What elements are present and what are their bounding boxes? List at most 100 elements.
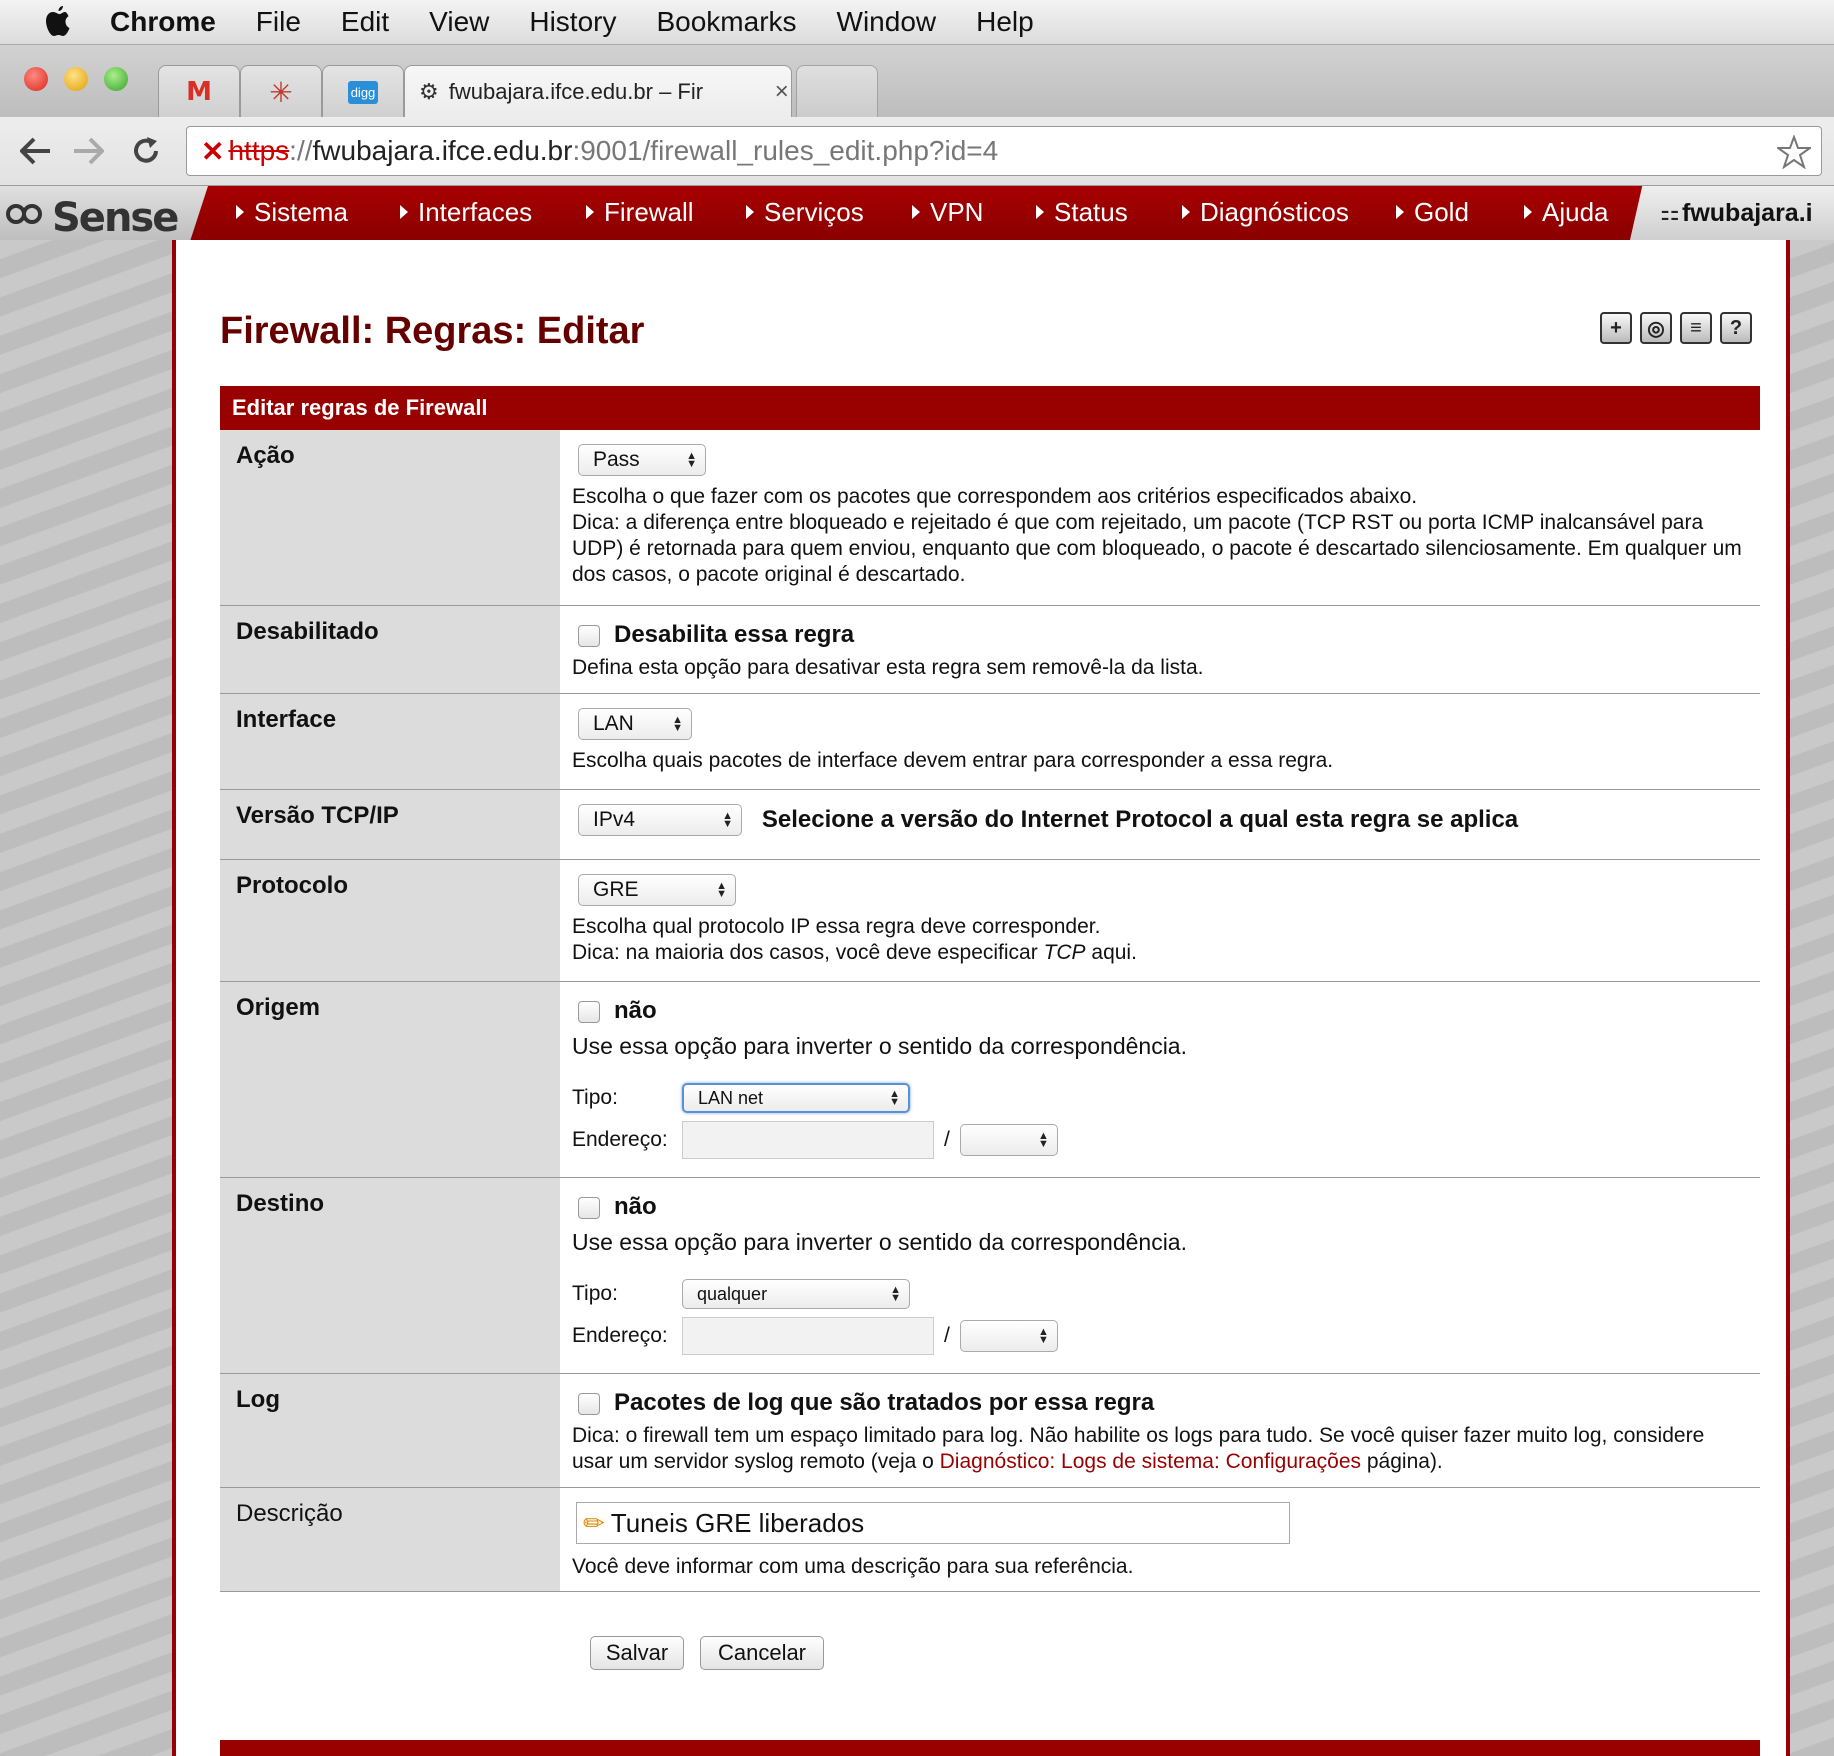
log-checkbox-label: Pacotes de log que são tratados por essa… [614,1389,1155,1416]
destino-endereco-label: Endereço: [572,1324,668,1347]
tab-digg[interactable]: digg [322,65,404,118]
nav-sistema[interactable]: Sistema [236,190,348,234]
menu-view[interactable]: View [429,6,489,38]
hostname-box: ⚏ fwubajara.i [1630,186,1834,240]
page-action-icons: + ◎ ≡ ? [1600,312,1752,344]
protocolo-select[interactable]: GRE ▲ ▼ [578,874,736,906]
nav-firewall[interactable]: Firewall [586,190,694,234]
log-checkbox[interactable] [578,1393,600,1416]
cancel-button[interactable]: Cancelar [700,1636,824,1670]
page-right-background [1790,240,1834,1756]
reload-button[interactable] [126,131,166,171]
gmail-icon: M [186,77,212,107]
bookmark-star-button[interactable] [1774,134,1814,174]
forward-button[interactable] [68,131,108,171]
row-log: Log Pacotes de log que são tratados por … [220,1374,1760,1488]
menu-app-chrome[interactable]: Chrome [110,6,216,38]
label-protocolo: Protocolo [220,860,560,981]
destino-tipo-select[interactable]: qualquer ▲ ▼ [682,1279,910,1309]
star-icon [1774,134,1814,170]
nav-interfaces[interactable]: Interfaces [400,190,532,234]
select-arrows-icon: ▲ ▼ [722,810,733,830]
disable-rule-label: Desabilita essa regra [614,621,855,648]
versao-select[interactable]: IPv4 ▲ ▼ [578,804,742,836]
nav-status[interactable]: Status [1036,190,1128,234]
label-origem: Origem [220,982,560,1177]
help-icon[interactable]: ? [1720,312,1752,344]
tab-bookmark[interactable]: ✳ [240,65,322,118]
page-left-background [0,240,172,1756]
label-acao: Ação [220,430,560,605]
insecure-certificate-icon: ✕ [201,135,225,167]
select-arrows-icon: ▲ ▼ [716,880,727,900]
destino-mask-select[interactable]: ▲ ▼ [959,1320,1058,1352]
digg-icon: digg [347,80,379,104]
interface-help: Escolha quais pacotes de interface devem… [572,749,1334,772]
label-destino: Destino [220,1178,560,1373]
protocolo-tip: Dica: na maioria dos casos, você deve es… [572,941,1137,964]
label-log: Log [220,1374,560,1487]
new-tab-button[interactable] [796,65,878,118]
settings-icon[interactable]: ◎ [1640,312,1672,344]
origem-mask-select[interactable]: ▲ ▼ [959,1124,1058,1156]
tab-title: fwubajara.ifce.edu.br – Fir [448,78,704,104]
destino-endereco-input[interactable] [682,1317,934,1355]
origem-endereco-input[interactable] [682,1121,934,1159]
select-arrows-icon: ▲ ▼ [1037,1326,1049,1346]
versao-help: Selecione a versão do Internet Protocol … [761,806,1519,833]
acao-tip: Dica: a diferença entre bloqueado e reje… [572,511,1742,586]
row-origem: Origem não Use essa opção para inverter … [220,982,1760,1178]
menu-window[interactable]: Window [837,6,937,38]
destino-invert-checkbox[interactable] [578,1197,600,1220]
label-versao: Versão TCP/IP [220,790,560,859]
tab-pfsense-active[interactable]: ⚙ fwubajara.ifce.edu.br – Fir × [404,65,792,117]
log-icon[interactable]: ≡ [1680,312,1712,344]
close-window-button[interactable] [24,67,48,91]
nav-vpn[interactable]: VPN [912,190,983,234]
select-arrows-icon: ▲ ▼ [890,1284,901,1304]
pfsense-icon: ⚙ [419,78,439,104]
destino-tipo-label: Tipo: [572,1282,618,1305]
descricao-help: Você deve informar com uma descrição par… [572,1555,1134,1578]
row-destino: Destino não Use essa opção para inverter… [220,1178,1760,1374]
back-button[interactable] [16,131,56,171]
menu-history[interactable]: History [529,6,616,38]
add-icon[interactable]: + [1600,312,1632,344]
descricao-input[interactable]: ✏ Tuneis GRE liberados [576,1502,1290,1544]
nav-diagnosticos[interactable]: Diagnósticos [1182,190,1349,234]
interface-select[interactable]: LAN ▲ ▼ [578,708,692,740]
bookmark-star-icon: ✳ [269,76,293,108]
destino-invert-label: não [614,1193,657,1220]
tab-gmail[interactable]: M [158,65,240,118]
label-interface: Interface [220,694,560,789]
nav-servicos[interactable]: Serviços [746,190,864,234]
origem-help: Use essa opção para inverter o sentido d… [572,1033,1187,1059]
minimize-window-button[interactable] [64,67,88,91]
menu-bookmarks[interactable]: Bookmarks [656,6,796,38]
zoom-window-button[interactable] [104,67,128,91]
row-acao: Ação Pass ▲ ▼ Escolha o que fazer com os p… [220,430,1760,606]
save-button[interactable]: Salvar [590,1636,684,1670]
apple-icon[interactable] [40,6,78,38]
os-menu-bar: Chrome File Edit View History Bookmarks … [0,0,1834,45]
pencil-icon: ✏ [583,1508,605,1538]
row-protocolo: Protocolo GRE ▲ ▼ Escolha qual protocolo I… [220,860,1760,982]
origem-tipo-select[interactable]: LAN net ▲ ▼ [682,1083,910,1113]
menu-file[interactable]: File [256,6,301,38]
destino-help: Use essa opção para inverter o sentido d… [572,1229,1187,1255]
menu-help[interactable]: Help [976,6,1034,38]
acao-select[interactable]: Pass ▲ ▼ [578,444,706,476]
forward-arrow-icon [74,137,104,165]
network-icon: ⚏ [1660,200,1680,225]
address-bar[interactable]: ✕ https://fwubajara.ifce.edu.br:9001/fir… [186,126,1822,176]
close-tab-icon[interactable]: × [775,78,789,106]
origem-endereco-label: Endereço: [572,1128,668,1151]
row-interface: Interface LAN ▲ ▼ Escolha quais pacotes de… [220,694,1760,790]
nav-gold[interactable]: Gold [1396,190,1469,234]
menu-edit[interactable]: Edit [341,6,389,38]
syslog-settings-link[interactable]: Diagnóstico: Logs de sistema: Configuraç… [940,1450,1361,1473]
origem-invert-checkbox[interactable] [578,1001,600,1024]
nav-ajuda[interactable]: Ajuda [1524,190,1609,234]
page-title: Firewall: Regras: Editar [220,310,645,352]
disable-rule-checkbox[interactable] [578,625,600,648]
